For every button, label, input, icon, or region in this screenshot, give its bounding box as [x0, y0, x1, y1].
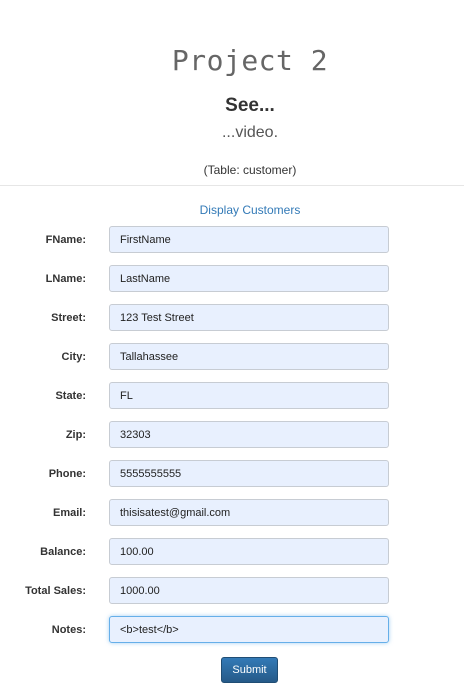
header-divider	[0, 185, 464, 186]
total-sales-input[interactable]	[109, 577, 389, 604]
email-input[interactable]	[109, 499, 389, 526]
city-label: City:	[61, 351, 86, 363]
street-label: Street:	[51, 312, 86, 324]
form-row-state: State:	[0, 382, 464, 410]
form-row-notes: Notes:	[0, 616, 464, 644]
form-row-lname: LName:	[0, 265, 464, 293]
display-customers-link[interactable]: Display Customers	[0, 203, 464, 217]
email-label: Email:	[52, 507, 86, 519]
city-input[interactable]	[109, 343, 389, 370]
zip-label: Zip:	[65, 429, 86, 441]
fname-label: FName:	[45, 234, 86, 246]
form-row-balance: Balance:	[0, 538, 464, 566]
table-note: (Table: customer)	[203, 163, 297, 177]
phone-input[interactable]	[109, 460, 389, 487]
form-row-total-sales: Total Sales:	[0, 577, 464, 605]
notes-input[interactable]	[109, 616, 389, 643]
form-row-zip: Zip:	[0, 421, 464, 449]
balance-label: Balance:	[40, 546, 86, 558]
state-label: State:	[55, 390, 86, 402]
form-row-email: Email:	[0, 499, 464, 527]
phone-label: Phone:	[48, 468, 86, 480]
total-sales-label: Total Sales:	[25, 585, 86, 597]
state-input[interactable]	[109, 382, 389, 409]
lname-label: LName:	[45, 273, 86, 285]
submit-button[interactable]: Submit	[221, 657, 278, 683]
fname-input[interactable]	[109, 226, 389, 253]
balance-input[interactable]	[109, 538, 389, 565]
form-row-fname: FName:	[0, 226, 464, 254]
zip-input[interactable]	[109, 421, 389, 448]
page-lead-text: ...video.	[221, 124, 279, 141]
street-input[interactable]	[109, 304, 389, 331]
notes-label: Notes:	[51, 624, 86, 636]
form-row-phone: Phone:	[0, 460, 464, 488]
page-subtitle: See...	[225, 95, 275, 116]
form-row-street: Street:	[0, 304, 464, 332]
form-row-city: City:	[0, 343, 464, 371]
page-title: Project 2	[171, 44, 329, 77]
lname-input[interactable]	[109, 265, 389, 292]
